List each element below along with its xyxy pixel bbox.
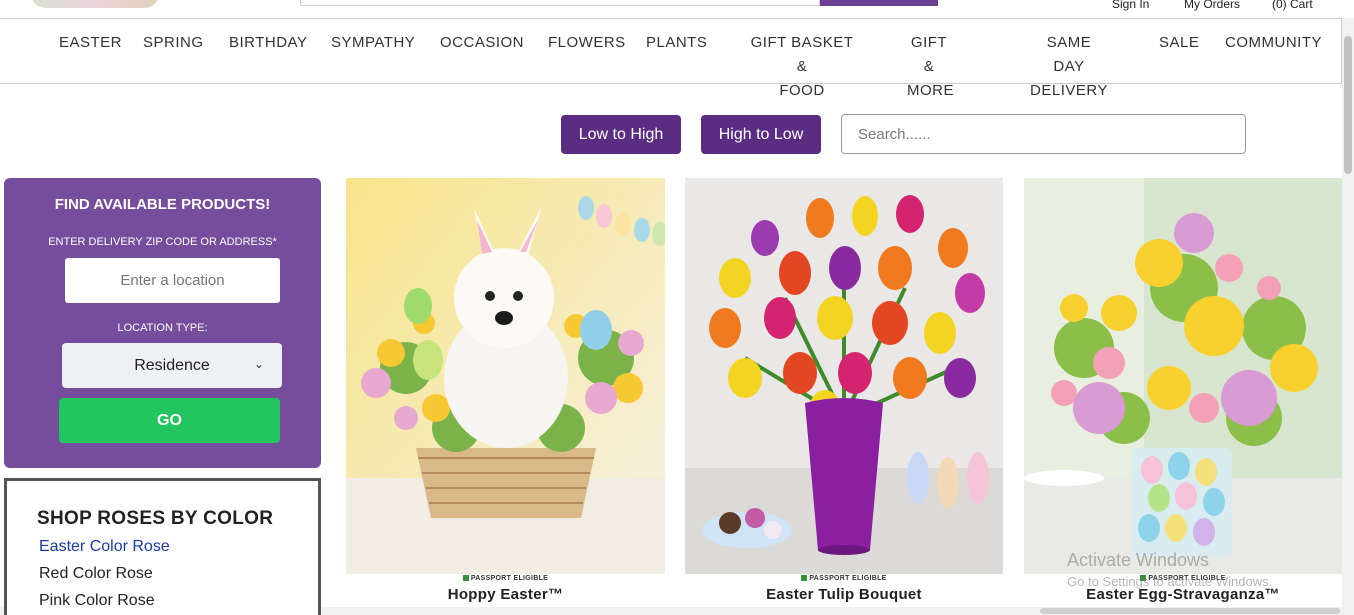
product-name[interactable]: Easter Tulip Bouquet [685,586,1003,603]
scrollbar-thumb[interactable] [1344,36,1352,174]
location-type-value: Residence [134,356,210,374]
product-name[interactable]: Hoppy Easter™ [346,586,665,603]
rose-link-red[interactable]: Red Color Rose [39,565,153,583]
nav-item-birthday[interactable]: BIRTHDAY [229,31,307,55]
my-orders-link[interactable]: My Orders [1184,0,1240,11]
location-type-label: LOCATION TYPE: [117,322,208,334]
nav-item-flowers[interactable]: FLOWERS [548,31,626,55]
sort-high-to-low-button[interactable]: High to Low [701,115,821,154]
header-search-button[interactable] [820,0,938,6]
nav-item-gift-basket-food[interactable]: GIFT BASKET & FOOD [749,31,855,103]
passport-eligible-badge: PASSPORT ELIGIBLE [685,575,1003,582]
nav-item-sympathy[interactable]: SYMPATHY [331,31,415,55]
activate-windows-watermark: Activate Windows [1067,550,1210,570]
location-input[interactable] [65,258,280,303]
nav-item-gift-more[interactable]: GIFT & MORE [907,31,954,103]
product-search-input[interactable] [841,114,1246,154]
site-logo[interactable] [30,0,160,8]
page: Sign In My Orders (0) Cart EASTER SPRING… [0,0,1354,615]
activate-windows-hint: Go to Settings to activate Windows. [1067,574,1273,589]
zip-label: ENTER DELIVERY ZIP CODE OR ADDRESS* [48,236,277,248]
chevron-down-icon: ⌄ [253,357,264,371]
rose-link-pink[interactable]: Pink Color Rose [39,592,155,610]
product-image-hoppy-easter[interactable] [346,178,665,574]
sign-in-link[interactable]: Sign In [1112,0,1149,11]
product-card[interactable]: PASSPORT ELIGIBLE Easter Tulip Bouquet [685,178,1003,615]
passport-eligible-badge: PASSPORT ELIGIBLE [346,575,665,582]
rose-link-easter[interactable]: Easter Color Rose [39,538,170,556]
product-image-easter-egg-stravaganza[interactable] [1024,178,1342,574]
roses-title: SHOP ROSES BY COLOR [37,508,274,529]
cart-link[interactable]: (0) Cart [1272,0,1313,11]
shop-roses-by-color: SHOP ROSES BY COLOR Easter Color Rose Re… [4,478,321,615]
nav-item-plants[interactable]: PLANTS [646,31,707,55]
vertical-scrollbar[interactable] [1342,18,1354,615]
nav-item-easter[interactable]: EASTER [59,31,122,55]
nav-item-community[interactable]: COMMUNITY [1225,31,1322,55]
header-search-input[interactable] [300,0,820,6]
product-card[interactable]: PASSPORT ELIGIBLE Hoppy Easter™ [346,178,665,615]
finder-title: FIND AVAILABLE PRODUCTS! [54,196,271,213]
main-nav: EASTER SPRING BIRTHDAY SYMPATHY OCCASION… [0,18,1342,99]
location-type-select[interactable]: Residence ⌄ [62,343,282,388]
product-finder-panel: FIND AVAILABLE PRODUCTS! ENTER DELIVERY … [4,178,321,468]
nav-item-sale[interactable]: SALE [1159,31,1199,55]
nav-item-same-day-delivery[interactable]: SAME DAY DELIVERY [1029,31,1109,103]
nav-item-occasion[interactable]: OCCASION [440,31,524,55]
nav-item-spring[interactable]: SPRING [143,31,204,55]
go-button[interactable]: GO [59,398,280,443]
sort-low-to-high-button[interactable]: Low to High [561,115,681,154]
product-image-easter-tulip-bouquet[interactable] [685,178,1003,574]
